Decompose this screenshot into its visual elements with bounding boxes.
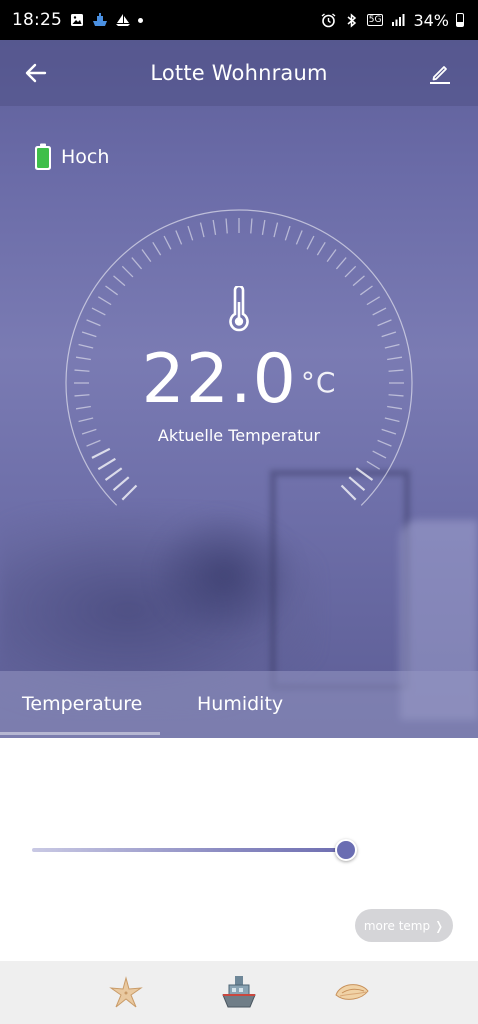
slider-thumb[interactable] (335, 839, 358, 861)
more-notifications-dot (138, 17, 143, 23)
status-time: 18:25 (12, 10, 62, 30)
bluetooth-icon (344, 12, 360, 28)
app-notification-icon (92, 12, 108, 28)
arrow-left-icon (25, 63, 47, 83)
chevron-right-icon: ❭ (434, 918, 445, 933)
gauge-center: 22.0 °C Aktuelle Temperatur (64, 208, 414, 558)
current-temperature: 22.0 °C (64, 340, 414, 423)
status-bar: 18:25 5G 34% (0, 0, 478, 40)
tab-temperature[interactable]: Temperature (22, 693, 142, 715)
gallery-notification-icon (69, 12, 85, 28)
app-header: Lotte Wohnraum (0, 40, 478, 106)
sailboat-notification-icon (115, 12, 131, 28)
battery-level-label: Hoch (61, 146, 110, 168)
page-title: Lotte Wohnraum (150, 61, 328, 85)
starfish-icon (109, 975, 144, 1007)
battery-level-icon (35, 143, 51, 170)
alarm-icon (321, 12, 337, 28)
history-slider[interactable] (32, 838, 362, 864)
bottom-navigation (0, 961, 478, 1024)
signal-icon (390, 12, 406, 28)
battery-icon (456, 13, 464, 27)
more-temp-button[interactable]: more temp ❭ (355, 909, 453, 942)
thermostat-hero: Lotte Wohnraum Hoch 22.0 °C Aktuelle Temp… (0, 40, 478, 738)
temperature-unit: °C (300, 366, 337, 399)
pencil-icon (430, 66, 450, 84)
battery-status: Hoch (34, 143, 109, 171)
thermometer-icon (229, 286, 249, 332)
shell-icon (335, 983, 369, 1000)
battery-percent: 34% (413, 10, 449, 30)
nav-shell[interactable] (330, 971, 374, 1015)
network-type: 5G (366, 14, 384, 26)
more-temp-label: more temp (363, 918, 431, 933)
boat-icon (222, 975, 256, 1007)
tab-humidity[interactable]: Humidity (197, 693, 283, 715)
temperature-value: 22.0 (141, 340, 297, 419)
back-button[interactable] (20, 57, 52, 89)
tab-active-indicator (0, 732, 160, 735)
edit-button[interactable] (424, 57, 456, 89)
nav-starfish[interactable] (104, 971, 148, 1015)
temperature-label: Aktuelle Temperatur (157, 426, 321, 445)
metric-tabs: Temperature Humidity (0, 671, 478, 738)
slider-track (32, 848, 348, 852)
nav-boat[interactable] (217, 971, 261, 1015)
